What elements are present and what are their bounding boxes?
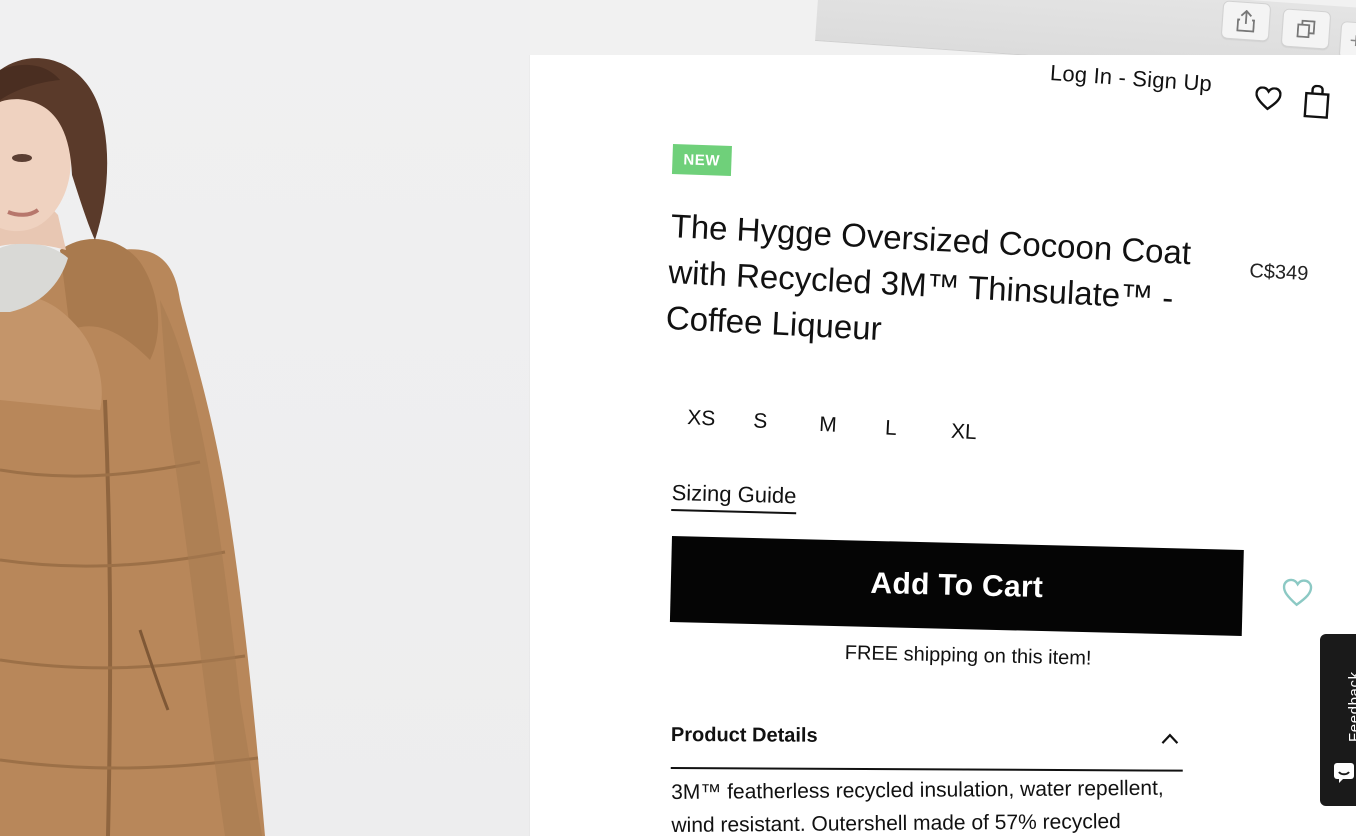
- size-option-xl[interactable]: XL: [950, 420, 1017, 447]
- feedback-chat-button[interactable]: [1333, 762, 1355, 789]
- size-option-xs[interactable]: XS: [687, 406, 754, 433]
- size-option-m[interactable]: M: [819, 413, 886, 440]
- sizing-guide-link[interactable]: Sizing Guide: [671, 480, 797, 515]
- new-badge: NEW: [671, 144, 732, 177]
- product-page-panel: [530, 55, 1356, 836]
- share-icon: [1236, 9, 1256, 33]
- chat-icon: [1334, 763, 1354, 783]
- plus-icon: +: [1348, 27, 1356, 54]
- product-details-line-2: wind resistant. Outershell made of 57% r…: [671, 810, 1121, 836]
- chevron-up-icon: [1161, 733, 1179, 744]
- add-to-cart-button[interactable]: Add To Cart: [669, 536, 1244, 636]
- product-details-line-1: 3M™ featherless recycled insulation, wat…: [671, 776, 1164, 804]
- product-details-text: 3M™ featherless recycled insulation, wat…: [671, 771, 1192, 836]
- header-cart-button[interactable]: [1302, 84, 1331, 125]
- tabs-icon: [1296, 19, 1316, 39]
- tabs-button[interactable]: [1280, 8, 1332, 50]
- product-price: C$349: [1248, 260, 1309, 286]
- model-photo-illustration: [0, 58, 265, 836]
- feedback-label: Feedback: [1346, 671, 1356, 742]
- size-option-s[interactable]: S: [753, 409, 820, 436]
- app-viewport: + Log In - Sign Up NEW The Hygge Oversiz…: [0, 0, 1356, 836]
- product-wishlist-button[interactable]: [1281, 578, 1313, 613]
- product-details-title: Product Details: [670, 724, 818, 747]
- shopping-bag-icon: [1303, 84, 1330, 119]
- size-option-l[interactable]: L: [884, 416, 951, 443]
- heart-outline-icon: [1282, 578, 1313, 607]
- product-image: [0, 0, 530, 836]
- product-title: The Hygge Oversized Cocoon Coat with Rec…: [665, 203, 1231, 370]
- heart-icon: [1255, 86, 1282, 111]
- header-wishlist-button[interactable]: [1254, 86, 1282, 117]
- product-details-accordion-header[interactable]: Product Details: [670, 724, 1183, 772]
- share-button[interactable]: [1220, 0, 1272, 42]
